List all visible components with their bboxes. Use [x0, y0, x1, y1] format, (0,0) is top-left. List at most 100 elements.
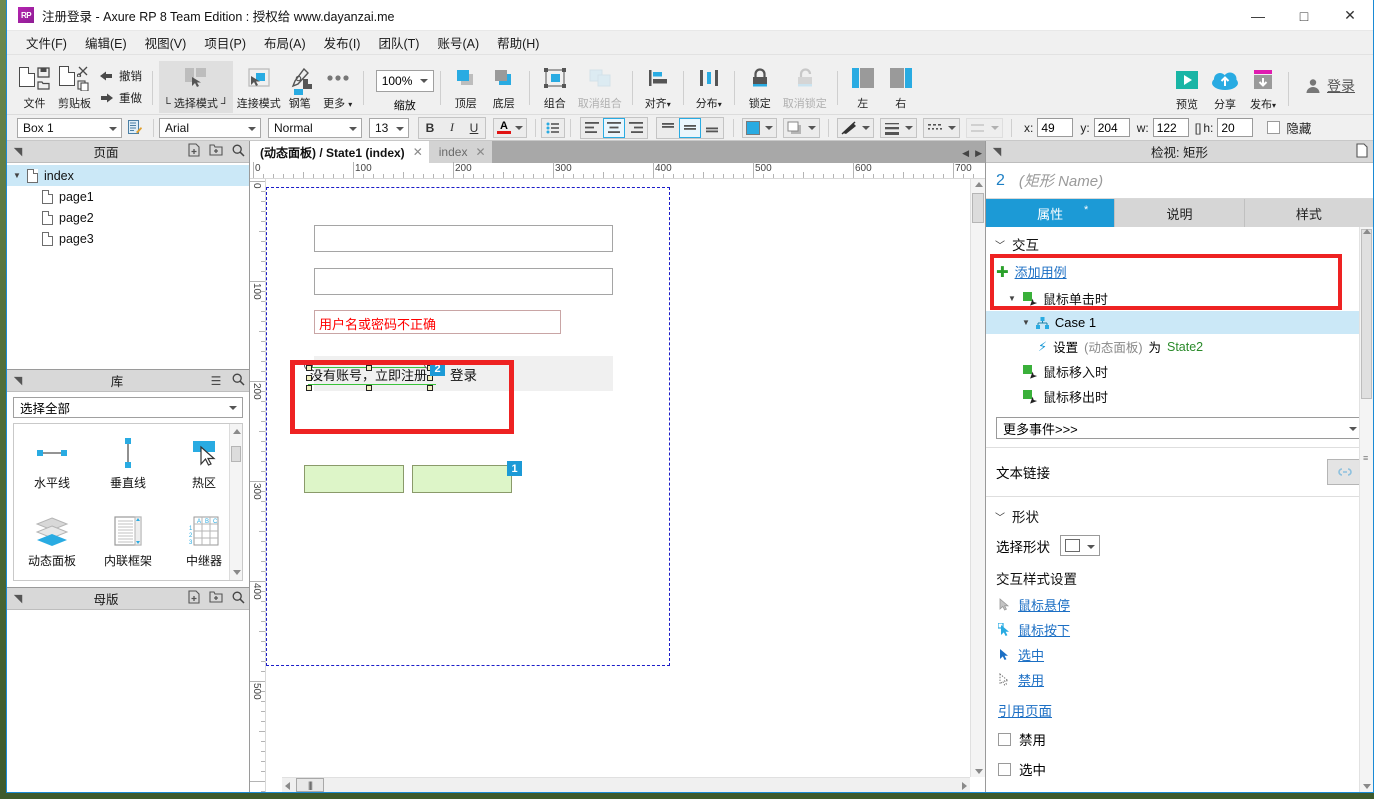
istyle-hover-row[interactable]: 鼠标悬停 [986, 592, 1373, 617]
file-tool[interactable]: 文件 [15, 61, 54, 113]
align-center-button[interactable] [603, 117, 625, 138]
scroll-right-icon[interactable] [962, 782, 967, 790]
collapse-icon[interactable]: ◤ [7, 592, 29, 605]
italic-button[interactable]: I [441, 118, 463, 138]
istyle-hover-link[interactable]: 鼠标悬停 [1018, 595, 1070, 614]
interaction-section-header[interactable]: ﹀ 交互 [986, 227, 1373, 258]
menu-view[interactable]: 视图(V) [136, 30, 196, 55]
library-select[interactable]: 选择全部 [13, 397, 243, 418]
valign-bottom-button[interactable] [701, 118, 723, 138]
scroll-up-icon[interactable] [1363, 229, 1371, 234]
search-icon[interactable] [227, 373, 249, 389]
istyle-selected-link[interactable]: 选中 [1018, 645, 1044, 664]
reference-page-row[interactable]: 引用页面 [986, 692, 1373, 724]
disabled-checkbox[interactable] [998, 732, 1011, 746]
error-message-text[interactable]: 用户名或密码不正确 [314, 310, 561, 334]
line-width-picker[interactable] [880, 117, 917, 138]
menu-project[interactable]: 项目(P) [195, 30, 255, 55]
lock-ratio-icon[interactable]: [] [1195, 121, 1202, 135]
menu-publish[interactable]: 发布(I) [315, 30, 370, 55]
widget-style-select[interactable]: Box 1 [17, 117, 122, 138]
undo-button[interactable]: 撤销 [99, 68, 142, 84]
fill-color-picker[interactable] [742, 117, 777, 138]
canvas-surface[interactable]: 用户名或密码不正确 登录 没有账号，立即注册 2 1 ||| [266, 179, 985, 792]
widget-name-input[interactable]: (矩形 Name) [1019, 170, 1103, 191]
green-rect-right[interactable] [412, 465, 512, 493]
collapse-icon[interactable]: ◤ [7, 374, 29, 387]
library-item-vertical-line[interactable]: 垂直线 [90, 424, 166, 502]
menu-account[interactable]: 账号(A) [428, 30, 488, 55]
close-icon[interactable]: ✕ [475, 145, 485, 159]
shadow-picker[interactable] [783, 117, 820, 138]
group-tool[interactable]: 组合 [536, 61, 574, 113]
ungroup-tool[interactable]: 取消组合 [574, 61, 626, 113]
tab-scroll-right-icon[interactable]: ▶ [975, 148, 982, 159]
scroll-down-icon[interactable] [233, 570, 241, 575]
collapse-icon[interactable]: ◤ [986, 145, 1008, 158]
share-tool[interactable]: 分享 [1206, 62, 1244, 114]
search-icon[interactable] [227, 591, 249, 607]
text-link-button[interactable] [1327, 459, 1363, 485]
more-events-select[interactable]: 更多事件>>> [996, 417, 1363, 439]
scroll-left-icon[interactable] [285, 782, 290, 790]
close-icon[interactable]: ✕ [413, 145, 423, 159]
selected-checkbox-row[interactable]: 选中 [986, 754, 1373, 784]
select-shape-dropdown[interactable] [1060, 535, 1100, 556]
add-master-icon[interactable] [183, 590, 205, 607]
publish-tool[interactable]: 发布▾ [1244, 62, 1282, 114]
tree-item-page3[interactable]: page3 [7, 228, 249, 249]
scroll-thumb[interactable] [972, 193, 984, 223]
underline-button[interactable]: U [463, 118, 485, 138]
istyle-mousedown-row[interactable]: 鼠标按下 [986, 617, 1373, 642]
connect-mode-tool[interactable]: 连接模式 [233, 61, 285, 113]
scroll-down-icon[interactable] [975, 769, 983, 774]
canvas-tab-index[interactable]: index ✕ [428, 141, 492, 163]
shape-section-header[interactable]: ﹀ 形状 [986, 499, 1373, 530]
library-item-dynamic-panel[interactable]: 动态面板 [14, 502, 90, 580]
zoom-select[interactable]: 100% [375, 69, 434, 92]
bold-button[interactable]: B [419, 118, 441, 138]
add-master-folder-icon[interactable] [205, 590, 227, 607]
scroll-down-icon[interactable] [1363, 784, 1371, 789]
font-color-picker[interactable]: A [493, 117, 527, 138]
canvas-tab-dynamic-panel[interactable]: (动态面板) / State1 (index) ✕ [250, 141, 429, 163]
canvas-horizontal-scrollbar[interactable]: ||| [282, 777, 970, 792]
bring-front-tool[interactable]: 顶层 [447, 61, 485, 113]
istyle-mousedown-link[interactable]: 鼠标按下 [1018, 620, 1070, 639]
minimize-button[interactable]: — [1235, 0, 1281, 31]
search-icon[interactable] [227, 144, 249, 160]
disabled-checkbox-row[interactable]: 禁用 [986, 724, 1373, 754]
scroll-thumb[interactable] [1361, 229, 1372, 399]
hidden-checkbox[interactable] [1267, 121, 1281, 134]
menu-team[interactable]: 团队(T) [369, 30, 428, 55]
x-input[interactable]: 49 [1037, 118, 1074, 137]
left-panel-toggle[interactable]: 左 [844, 61, 882, 113]
w-input[interactable]: 122 [1152, 118, 1189, 137]
selected-checkbox[interactable] [998, 762, 1011, 776]
lock-tool[interactable]: 锁定 [741, 61, 779, 113]
tree-item-page2[interactable]: page2 [7, 207, 249, 228]
font-weight-select[interactable]: Normal [268, 117, 362, 138]
scroll-up-icon[interactable] [975, 182, 983, 187]
istyle-disabled-row[interactable]: 禁用 [986, 667, 1373, 692]
tree-item-index[interactable]: ▼ index [7, 165, 249, 186]
scroll-thumb[interactable]: ||| [296, 778, 324, 792]
add-case-button[interactable]: ✚ 添加用例 [986, 258, 1373, 286]
password-input[interactable] [314, 268, 613, 295]
clipboard-tool[interactable]: 剪贴板 [54, 61, 95, 113]
tab-scroll-left-icon[interactable]: ◀ [962, 148, 969, 159]
font-size-select[interactable]: 13 [369, 117, 409, 138]
library-menu-icon[interactable]: ☰ [205, 374, 227, 388]
reference-page-link[interactable]: 引用页面 [998, 704, 1052, 719]
add-page-icon[interactable] [183, 143, 205, 160]
menu-file[interactable]: 文件(F) [17, 30, 76, 55]
event-onmouseout[interactable]: 鼠标移出时 [986, 384, 1373, 409]
line-color-picker[interactable] [837, 117, 874, 138]
library-item-horizontal-line[interactable]: 水平线 [14, 424, 90, 502]
inspector-scrollbar[interactable]: ≡ [1359, 227, 1373, 792]
align-right-button[interactable] [625, 118, 647, 138]
menu-help[interactable]: 帮助(H) [488, 30, 548, 55]
hidden-checkbox-row[interactable]: 隐藏 [1267, 118, 1311, 137]
tab-style[interactable]: 样式 [1244, 199, 1373, 227]
menu-layout[interactable]: 布局(A) [255, 30, 315, 55]
